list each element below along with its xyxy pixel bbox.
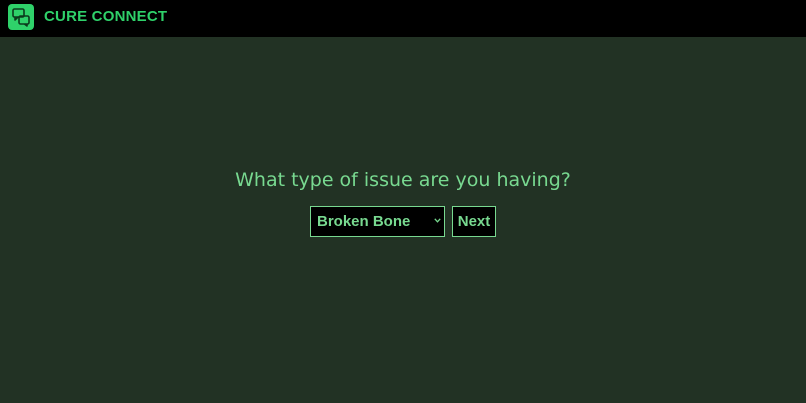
next-button[interactable]: Next — [452, 206, 496, 237]
issue-type-selected-value: Broken Bone — [317, 213, 411, 230]
issue-question: What type of issue are you having? — [235, 169, 571, 191]
brand-name[interactable]: CURE CONNECT — [44, 8, 167, 26]
issue-type-select[interactable]: Broken Bone — [310, 206, 445, 237]
chevron-down-icon — [434, 218, 441, 223]
logo[interactable] — [8, 4, 34, 30]
chat-bubbles-icon — [12, 8, 30, 27]
top-bar: CURE CONNECT — [0, 0, 806, 37]
